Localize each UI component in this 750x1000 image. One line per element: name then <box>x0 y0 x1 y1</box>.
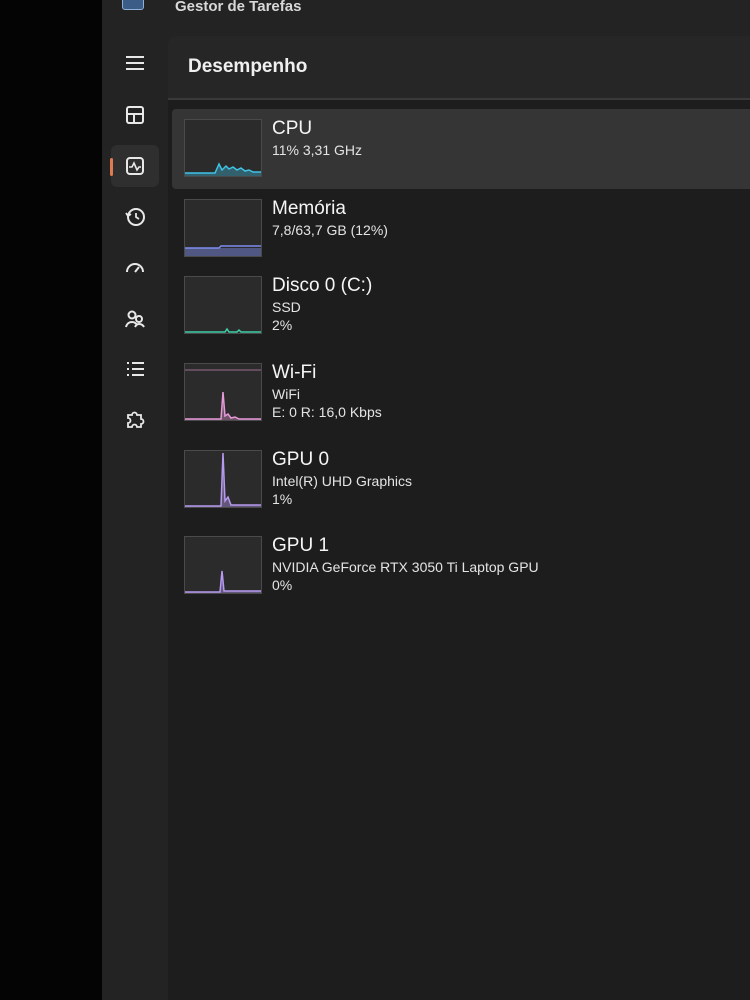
gpu0-title: GPU 0 <box>272 449 330 470</box>
performance-page: Desempenho CPU 11% 3,31 GHz Memória 7,8/… <box>168 36 750 1000</box>
processes-icon <box>126 106 144 124</box>
disk-graph <box>185 327 261 333</box>
gpu1-usage: 0% <box>272 577 293 593</box>
wifi-adapter: WiFi <box>272 386 300 402</box>
active-indicator <box>110 158 113 176</box>
disk-title: Disco 0 (C:) <box>272 275 373 296</box>
resource-disk-0[interactable]: Disco 0 (C:) SSD 2% <box>172 266 750 346</box>
nav-processes[interactable] <box>111 94 159 136</box>
gpu0-model: Intel(R) UHD Graphics <box>272 473 413 489</box>
title-bar: Gestor de Tarefas <box>102 0 750 28</box>
performance-icon <box>126 157 144 175</box>
page-title: Desempenho <box>188 56 308 77</box>
resource-memory[interactable]: Memória 7,8/63,7 GB (12%) <box>172 189 750 269</box>
speedometer-icon <box>126 263 144 273</box>
disk-graph-thumbnail <box>184 276 262 334</box>
gpu0-usage: 1% <box>272 491 293 507</box>
cpu-usage: 11% 3,31 GHz <box>272 142 363 158</box>
disk-usage: 2% <box>272 317 293 333</box>
memory-graph-thumbnail <box>184 199 262 257</box>
nav-users[interactable] <box>111 298 159 340</box>
resource-gpu-1[interactable]: GPU 1 NVIDIA GeForce RTX 3050 Ti Laptop … <box>172 526 750 606</box>
hamburger-menu-icon <box>126 56 144 70</box>
task-manager-app-icon <box>122 0 144 10</box>
header-divider <box>168 98 750 100</box>
page-header: Desempenho <box>168 36 750 98</box>
wifi-title: Wi-Fi <box>272 362 317 383</box>
resource-cpu[interactable]: CPU 11% 3,31 GHz <box>172 109 750 189</box>
wifi-throughput: E: 0 R: 16,0 Kbps <box>272 404 382 420</box>
nav-menu-button[interactable] <box>111 42 159 84</box>
resource-gpu-0[interactable]: GPU 0 Intel(R) UHD Graphics 1% <box>172 440 750 520</box>
nav-services[interactable] <box>111 398 159 440</box>
wifi-graph <box>185 369 261 420</box>
cpu-title: CPU <box>272 118 313 139</box>
nav-details[interactable] <box>111 348 159 390</box>
cpu-graph-thumbnail <box>184 119 262 177</box>
gpu1-model: NVIDIA GeForce RTX 3050 Ti Laptop GPU <box>272 559 539 575</box>
memory-title: Memória <box>272 198 346 219</box>
disk-type: SSD <box>272 299 301 315</box>
users-icon <box>125 310 145 328</box>
gpu1-graph-thumbnail <box>184 536 262 594</box>
memory-graph <box>185 245 261 256</box>
cpu-graph <box>185 162 261 176</box>
gpu1-graph <box>185 570 261 593</box>
nav-app-history[interactable] <box>111 196 159 238</box>
history-icon <box>125 208 145 226</box>
nav-performance[interactable] <box>110 145 159 187</box>
gpu0-graph-thumbnail <box>184 450 262 508</box>
navigation-sidebar <box>102 40 168 1000</box>
wifi-graph-thumbnail <box>184 363 262 421</box>
details-list-icon <box>127 362 144 376</box>
nav-startup-apps[interactable] <box>111 247 159 289</box>
screen-bezel <box>0 0 102 1000</box>
window-title: Gestor de Tarefas <box>175 0 302 15</box>
resource-wifi[interactable]: Wi-Fi WiFi E: 0 R: 16,0 Kbps <box>172 353 750 433</box>
memory-usage: 7,8/63,7 GB (12%) <box>272 222 388 238</box>
puzzle-icon <box>127 411 145 428</box>
gpu0-graph <box>185 452 261 507</box>
task-manager-window: Gestor de Tarefas Desempenho CPU 11% 3,3… <box>102 0 750 1000</box>
gpu1-title: GPU 1 <box>272 535 330 556</box>
